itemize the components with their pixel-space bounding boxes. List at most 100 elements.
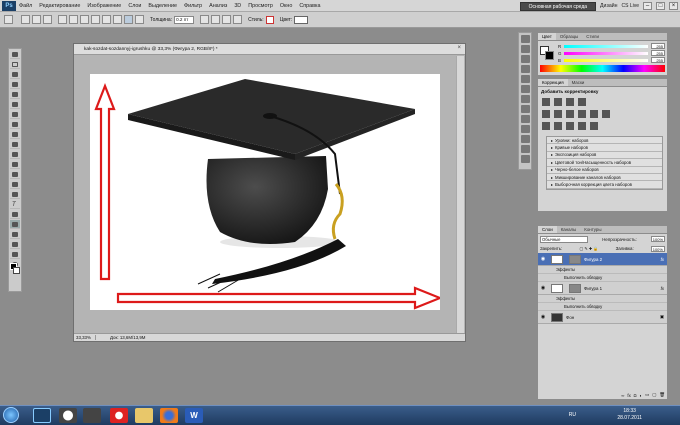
tab-styles[interactable]: Стили xyxy=(582,33,603,40)
close-icon[interactable]: × xyxy=(669,2,678,10)
type-tool-icon[interactable]: T xyxy=(10,200,20,209)
fg-bg-color-icon[interactable] xyxy=(540,46,554,60)
move-tool-icon[interactable] xyxy=(10,50,20,59)
fill-input[interactable]: 100% xyxy=(650,245,665,252)
blur-tool-icon[interactable] xyxy=(10,170,20,179)
menu-analysis[interactable]: Анализ xyxy=(209,3,227,9)
zoom-level[interactable]: 33,33% xyxy=(76,335,96,340)
layer-comps-icon[interactable] xyxy=(520,125,530,133)
link-layers-icon[interactable]: ∞ xyxy=(621,393,624,398)
3d-panel-icon[interactable] xyxy=(520,145,530,153)
new-group-icon[interactable]: ▭ xyxy=(645,392,649,398)
black-white-icon[interactable] xyxy=(578,110,586,118)
thickness-input[interactable]: 0.2 пт xyxy=(174,15,195,24)
intersect-icon[interactable] xyxy=(222,15,232,24)
curves-icon[interactable] xyxy=(566,98,574,106)
navigator-icon[interactable] xyxy=(520,55,530,63)
taskbar-clock[interactable]: 18:33 28.07.2011 xyxy=(617,408,642,422)
3d-rotate-icon[interactable] xyxy=(10,230,20,239)
firefox-icon[interactable] xyxy=(160,408,178,423)
word-icon[interactable]: W xyxy=(185,408,203,423)
add-mask-icon[interactable]: ◘ xyxy=(634,393,637,398)
history-icon[interactable] xyxy=(520,35,530,43)
add-style-icon[interactable]: fx xyxy=(627,393,630,398)
brightness-icon[interactable] xyxy=(542,98,550,106)
tool-preset-icon[interactable] xyxy=(4,15,13,24)
line-tool-icon[interactable] xyxy=(10,220,20,229)
combine-icon[interactable] xyxy=(200,15,210,24)
selective-color-icon[interactable] xyxy=(590,122,598,130)
info-icon[interactable] xyxy=(520,65,530,73)
layer-row[interactable]: ◉ Фигура 1 fx xyxy=(538,282,667,295)
paths-icon[interactable] xyxy=(32,15,41,24)
ellipse-icon[interactable] xyxy=(102,15,111,24)
tab-swatches[interactable]: Образцы xyxy=(556,33,582,40)
photo-filter-icon[interactable] xyxy=(590,110,598,118)
polygon-icon[interactable] xyxy=(113,15,122,24)
history-brush-icon[interactable] xyxy=(10,140,20,149)
rounded-rect-icon[interactable] xyxy=(91,15,100,24)
paragraph-icon[interactable] xyxy=(520,85,530,93)
minimize-icon[interactable]: – xyxy=(643,2,652,10)
workspace-button[interactable]: Основная рабочая среда xyxy=(519,1,597,11)
tab-channels[interactable]: Каналы xyxy=(557,226,581,233)
menu-file[interactable]: Файл xyxy=(19,3,32,9)
custom-shape-icon[interactable] xyxy=(135,15,144,24)
layer-name[interactable]: Фон xyxy=(566,315,660,320)
photoshop-taskbar-icon[interactable] xyxy=(33,408,51,423)
cs-live-button[interactable]: CS Live xyxy=(621,3,639,9)
menu-3d[interactable]: 3D xyxy=(234,3,241,9)
menu-view[interactable]: Просмотр xyxy=(248,3,273,9)
channel-b-slider[interactable] xyxy=(563,58,648,62)
document-close-icon[interactable]: × xyxy=(457,45,461,51)
tab-layers[interactable]: Слои xyxy=(538,226,557,233)
brush-tool-icon[interactable] xyxy=(10,120,20,129)
tab-adjustments[interactable]: Коррекция xyxy=(538,79,568,86)
3d-orbit-icon[interactable] xyxy=(10,240,20,249)
layer-name[interactable]: Фигура 1 xyxy=(584,286,661,291)
opacity-input[interactable]: 100% xyxy=(651,236,665,242)
subtract-icon[interactable] xyxy=(211,15,221,24)
eye-icon[interactable]: ◉ xyxy=(538,314,548,320)
menu-select[interactable]: Выделение xyxy=(148,3,177,9)
adjustment-layer-icon[interactable]: ◐ xyxy=(639,393,642,398)
invert-icon[interactable] xyxy=(542,122,550,130)
vertical-scrollbar[interactable] xyxy=(456,56,464,336)
crop-tool-icon[interactable] xyxy=(10,90,20,99)
channel-r-value[interactable]: 255 xyxy=(651,43,665,49)
clone-stamp-icon[interactable] xyxy=(10,130,20,139)
tab-color[interactable]: Цвет xyxy=(538,33,556,40)
hand-tool-icon[interactable] xyxy=(10,250,20,259)
channel-mixer-icon[interactable] xyxy=(602,110,610,118)
gradient-tool-icon[interactable] xyxy=(10,160,20,169)
preset-item[interactable]: ▸ Выборочная коррекция цвета наборов xyxy=(547,181,662,189)
color-spectrum-bar[interactable] xyxy=(540,65,665,72)
eraser-tool-icon[interactable] xyxy=(10,150,20,159)
fill-pixels-icon[interactable] xyxy=(43,15,52,24)
exclude-icon[interactable] xyxy=(233,15,243,24)
menu-layers[interactable]: Слои xyxy=(128,3,141,9)
steam-icon[interactable] xyxy=(83,408,101,423)
actions-icon[interactable] xyxy=(520,45,530,53)
clone-source-icon[interactable] xyxy=(520,105,530,113)
menu-edit[interactable]: Редактирование xyxy=(39,3,80,9)
path-select-icon[interactable] xyxy=(10,210,20,219)
healing-brush-icon[interactable] xyxy=(10,110,20,119)
menu-window[interactable]: Окно xyxy=(280,3,293,9)
new-layer-icon[interactable]: ▢ xyxy=(652,392,656,398)
notes-icon[interactable] xyxy=(520,135,530,143)
color-balance-icon[interactable] xyxy=(566,110,574,118)
rectangle-icon[interactable] xyxy=(80,15,89,24)
layer-stroke-row[interactable]: Выполнить обводку xyxy=(538,303,667,311)
freeform-pen-icon[interactable] xyxy=(69,15,78,24)
layer-name[interactable]: Фигура 2 xyxy=(584,257,661,262)
opera-icon[interactable] xyxy=(110,408,128,423)
fx-icon[interactable]: fx xyxy=(661,257,664,262)
menu-help[interactable]: Справка xyxy=(299,3,320,9)
start-button-icon[interactable] xyxy=(3,407,19,423)
gradient-map-icon[interactable] xyxy=(578,122,586,130)
channel-b-value[interactable]: 255 xyxy=(651,57,665,63)
threshold-icon[interactable] xyxy=(566,122,574,130)
layer-row[interactable]: ◉ Фигура 2 fx xyxy=(538,253,667,266)
line-icon[interactable] xyxy=(124,15,133,24)
